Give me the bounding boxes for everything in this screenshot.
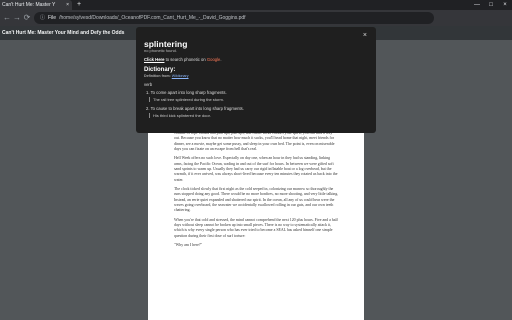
page-text: volume of rope climbs and pull-ups, pull… <box>174 131 339 253</box>
tab-title: Can't Hurt Me: Master Y <box>2 2 56 8</box>
maximize-icon[interactable]: □ <box>484 0 498 10</box>
pdf-title: Can't Hurt Me: Master Your Mind and Defy… <box>2 30 125 36</box>
phonetic-text: no phonetic found. <box>144 48 177 53</box>
url-scheme: File <box>48 15 57 21</box>
forward-icon[interactable]: → <box>12 13 22 23</box>
paragraph: Hell Week offers no such love. Especiall… <box>174 156 338 182</box>
close-icon[interactable]: × <box>363 32 367 39</box>
click-here-link[interactable]: Click Here <box>144 57 164 62</box>
reload-icon[interactable]: ⟳ <box>22 13 32 23</box>
definition-item: 2. To cause to break apart into long sha… <box>146 106 244 111</box>
hint-text: to search phonetic on <box>164 57 207 62</box>
definition-item: 1. To come apart into long sharp fragmen… <box>146 90 227 95</box>
definition-source-prefix: Definition from: <box>144 74 172 78</box>
new-tab-button[interactable]: + <box>75 0 83 10</box>
wiktionary-link[interactable]: Wiktionary <box>172 74 189 78</box>
phonetic-hint: Click Here to search phonetic on Google. <box>144 57 222 62</box>
definition-example: His third kick splintered the door. <box>149 113 211 118</box>
definition-source: Definition from: Wiktionary <box>144 74 189 78</box>
url-input[interactable]: ⓘ File/home/sylvesd/Downloads/_OceanofPDF… <box>34 12 434 24</box>
close-window-icon[interactable]: × <box>498 0 512 10</box>
tab-strip: Can't Hurt Me: Master Y × + — □ × <box>0 0 512 10</box>
google-link[interactable]: Google <box>207 57 221 62</box>
browser-tab[interactable]: Can't Hurt Me: Master Y × <box>0 0 72 10</box>
paragraph: The clock ticked slowly that first night… <box>174 187 339 213</box>
close-tab-icon[interactable]: × <box>66 0 69 10</box>
minimize-icon[interactable]: — <box>470 0 484 10</box>
dictionary-heading: Dictionary: <box>144 67 176 73</box>
back-icon[interactable]: ← <box>2 13 12 23</box>
url-path: /home/sylvesd/Downloads/_OceanofPDF.com_… <box>59 15 246 21</box>
paragraph: volume of rope climbs and pull-ups, pull… <box>174 131 335 151</box>
dictionary-popup: × splintering no phonetic found. Click H… <box>136 27 376 133</box>
address-bar: ← → ⟳ ⓘ File/home/sylvesd/Downloads/_Ocea… <box>0 10 512 26</box>
definition-example: The rail tree splintered during the stor… <box>149 97 224 102</box>
hint-end: . <box>220 57 222 62</box>
info-icon[interactable]: ⓘ <box>40 15 45 21</box>
part-of-speech: verb <box>144 82 153 87</box>
paragraph: When you're that cold and stressed, the … <box>174 217 338 238</box>
paragraph: "Why am I here?" <box>174 243 203 248</box>
